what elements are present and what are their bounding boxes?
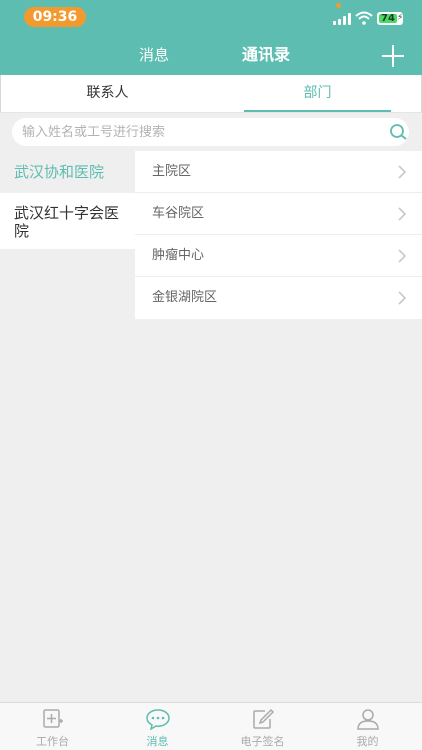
bottom-tab-label: 我的	[356, 735, 379, 748]
hospital-name: 武汉协和医院	[14, 163, 105, 181]
status-bar: 09:36 74 ⚡	[0, 0, 422, 34]
battery-icon: 74 ⚡	[377, 12, 403, 25]
chevron-right-icon	[398, 249, 407, 263]
search-bar	[12, 118, 409, 146]
hospital-item-wuhan-union[interactable]: 武汉协和医院	[0, 151, 135, 193]
department-list: 主院区 车谷院区 肿瘤中心 金银湖院区	[135, 151, 422, 319]
chevron-right-icon	[398, 165, 407, 179]
bottom-tab-label: 电子签名	[240, 735, 285, 748]
chevron-right-icon	[398, 207, 407, 221]
user-icon	[357, 709, 379, 730]
tab-contacts[interactable]: 联系人	[20, 75, 195, 112]
department-name: 车谷院区	[152, 206, 205, 221]
add-icon[interactable]	[381, 44, 405, 68]
status-time: 09:36	[24, 7, 86, 27]
workbench-icon	[43, 709, 63, 728]
hospital-item-wuhan-red-cross[interactable]: 武汉红十字会医院	[0, 193, 135, 249]
department-item[interactable]: 肿瘤中心	[135, 235, 422, 277]
hospital-name: 武汉红十字会医院	[14, 204, 120, 240]
bottom-tab-messages[interactable]: 消息	[105, 703, 210, 750]
bottom-tab-signature[interactable]: 电子签名	[210, 703, 315, 750]
privacy-indicator-dot	[336, 3, 341, 8]
department-item[interactable]: 主院区	[135, 151, 422, 193]
department-name: 金银湖院区	[152, 290, 218, 305]
bottom-tab-profile[interactable]: 我的	[315, 703, 420, 750]
bottom-tab-bar: 工作台 消息 电子签名 我的	[0, 702, 422, 750]
page-title: 通讯录	[242, 45, 291, 64]
department-name: 肿瘤中心	[152, 248, 205, 263]
bottom-tab-workbench[interactable]: 工作台	[0, 703, 105, 750]
battery-level: 74	[381, 13, 395, 24]
chat-icon	[146, 709, 170, 730]
bottom-tab-label: 消息	[146, 735, 169, 748]
header: 09:36 74 ⚡ 消息 通讯录	[0, 0, 422, 75]
search-icon[interactable]	[389, 124, 407, 140]
signal-icon	[333, 13, 351, 25]
contacts-tabs: 联系人 部门	[0, 75, 422, 113]
department-name: 主院区	[152, 164, 192, 179]
nav-messages-link[interactable]: 消息	[139, 42, 169, 68]
signature-icon	[253, 708, 275, 729]
search-input[interactable]	[22, 118, 372, 146]
chevron-right-icon	[398, 291, 407, 305]
active-tab-indicator	[244, 110, 391, 112]
department-item[interactable]: 车谷院区	[135, 193, 422, 235]
bottom-tab-label: 工作台	[36, 735, 69, 748]
department-item[interactable]: 金银湖院区	[135, 277, 422, 319]
hospital-list: 武汉协和医院 武汉红十字会医院	[0, 151, 135, 249]
charging-icon: ⚡	[397, 13, 404, 23]
wifi-icon	[355, 11, 373, 25]
tab-departments[interactable]: 部门	[230, 75, 405, 112]
